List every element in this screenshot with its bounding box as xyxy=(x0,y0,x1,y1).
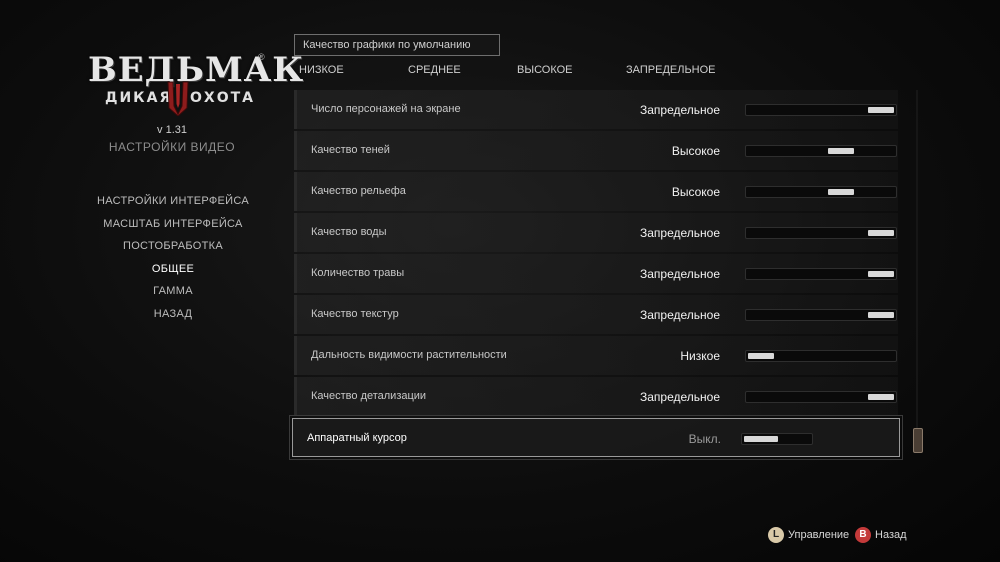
slider-handle[interactable] xyxy=(868,394,894,400)
toggle-handle[interactable] xyxy=(744,436,778,442)
slider-handle[interactable] xyxy=(868,107,894,113)
setting-value: Запредельное xyxy=(639,390,720,404)
setting-value: Запредельное xyxy=(639,226,720,240)
setting-slider[interactable] xyxy=(745,350,897,362)
setting-slider[interactable] xyxy=(745,268,897,280)
back-hint-label: Назад xyxy=(875,529,907,541)
controls-hint[interactable]: L Управление xyxy=(768,526,849,544)
slider-handle[interactable] xyxy=(868,230,894,236)
setting-value: Запредельное xyxy=(639,267,720,281)
scrollbar-thumb[interactable] xyxy=(913,428,923,453)
preset-option-low[interactable]: НИЗКОЕ xyxy=(299,64,344,76)
setting-row[interactable]: Качество текстур Запредельное xyxy=(294,295,898,334)
setting-label: Качество теней xyxy=(311,144,390,156)
setting-row[interactable]: Количество травы Запредельное xyxy=(294,254,898,293)
slider-handle[interactable] xyxy=(868,312,894,318)
setting-slider[interactable] xyxy=(745,227,897,239)
slider-handle[interactable] xyxy=(828,189,855,195)
setting-label: Количество травы xyxy=(311,267,405,279)
l-stick-icon: L xyxy=(768,527,784,544)
setting-row[interactable]: Качество детализации Запредельное xyxy=(294,377,898,416)
b-button-icon: B xyxy=(855,527,871,544)
setting-slider[interactable] xyxy=(745,104,897,116)
graphics-preset-field[interactable]: Качество графики по умолчанию xyxy=(294,34,500,56)
setting-value: Высокое xyxy=(671,185,720,199)
controls-hint-label: Управление xyxy=(788,529,850,541)
setting-label: Качество детализации xyxy=(311,390,427,402)
preset-option-ultra[interactable]: ЗАПРЕДЕЛЬНОЕ xyxy=(626,64,716,76)
setting-label: Аппаратный курсор xyxy=(307,432,407,444)
back-hint[interactable]: B Назад xyxy=(855,526,907,544)
setting-label: Качество текстур xyxy=(311,308,399,320)
slider-handle[interactable] xyxy=(868,271,894,277)
version-label: v 1.31 xyxy=(157,124,187,136)
setting-value: Запредельное xyxy=(639,103,720,117)
setting-label: Качество рельефа xyxy=(311,185,406,197)
setting-row[interactable]: Дальность видимости растительности Низко… xyxy=(294,336,898,375)
setting-row[interactable]: Качество теней Высокое xyxy=(294,131,898,170)
setting-row[interactable]: Качество воды Запредельное xyxy=(294,213,898,252)
logo-subtitle-left: ДИКАЯ xyxy=(105,90,173,106)
scrollbar-track[interactable] xyxy=(916,90,918,453)
setting-row-selected[interactable]: Аппаратный курсор Выкл. xyxy=(289,415,903,460)
setting-value: Выкл. xyxy=(688,432,721,446)
setting-value: Низкое xyxy=(680,349,720,363)
setting-value: Запредельное xyxy=(639,308,720,322)
logo-registered-mark: ® xyxy=(258,52,265,62)
logo-subtitle-right: ОХОТА xyxy=(190,90,255,106)
setting-row[interactable]: Число персонажей на экране Запредельное xyxy=(294,90,898,129)
setting-slider[interactable] xyxy=(745,309,897,321)
setting-label: Дальность видимости растительности xyxy=(311,349,507,361)
setting-value: Высокое xyxy=(671,144,720,158)
setting-slider[interactable] xyxy=(745,186,897,198)
setting-row[interactable]: Качество рельефа Высокое xyxy=(294,172,898,211)
section-title: НАСТРОЙКИ ВИДЕО xyxy=(108,140,236,154)
setting-toggle[interactable] xyxy=(741,433,813,445)
slider-handle[interactable] xyxy=(828,148,855,154)
wolf-claw-emblem-icon xyxy=(167,81,189,116)
preset-option-high[interactable]: ВЫСОКОЕ xyxy=(517,64,573,76)
setting-label: Число персонажей на экране xyxy=(311,103,461,115)
setting-slider[interactable] xyxy=(745,145,897,157)
slider-handle[interactable] xyxy=(748,353,774,359)
setting-label: Качество воды xyxy=(311,226,387,238)
preset-option-medium[interactable]: СРЕДНЕЕ xyxy=(408,64,461,76)
setting-slider[interactable] xyxy=(745,391,897,403)
